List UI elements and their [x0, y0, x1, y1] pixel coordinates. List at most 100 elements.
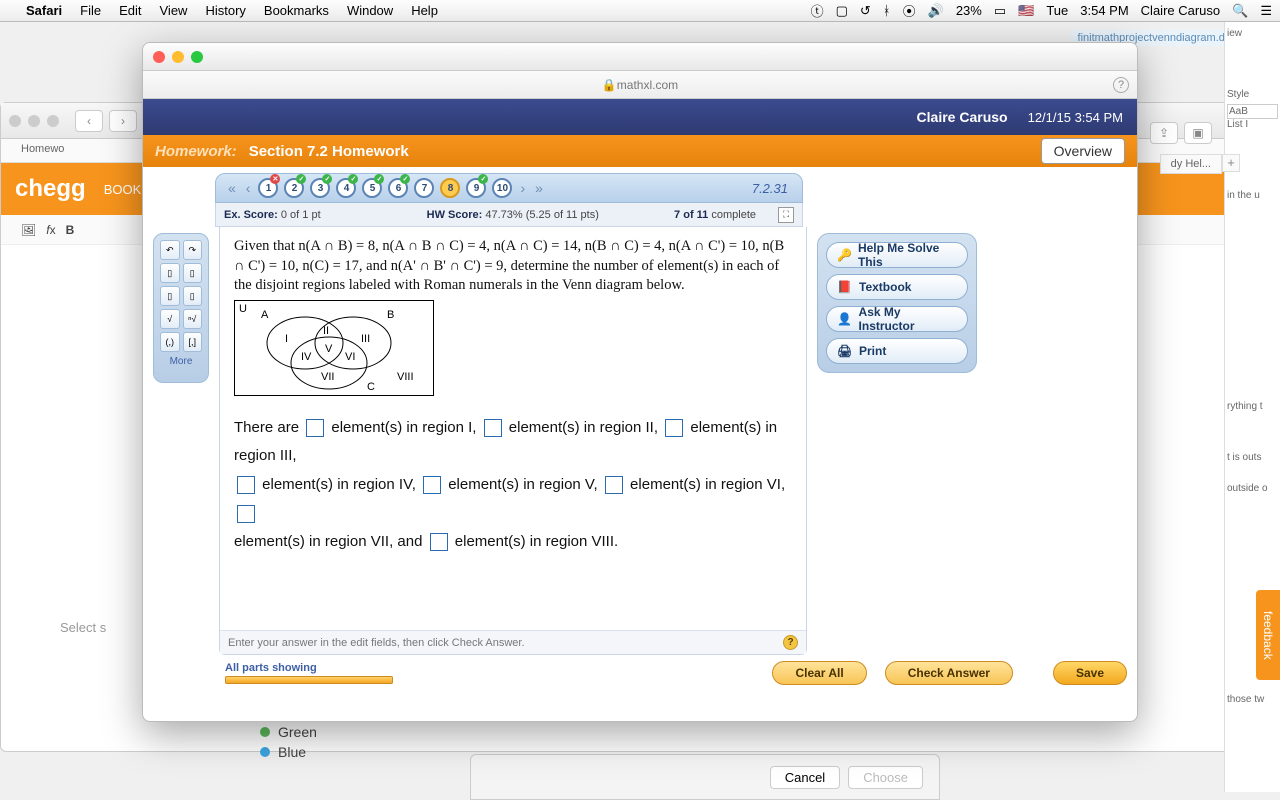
bluetooth-icon[interactable]: ᚼ [883, 3, 891, 18]
help-icon[interactable]: ? [1113, 77, 1129, 93]
image-icon[interactable]: 🖼 [21, 223, 36, 237]
minimize-icon[interactable] [172, 51, 184, 63]
check-answer-button[interactable]: Check Answer [885, 661, 1013, 685]
menu-time[interactable]: 3:54 PM [1080, 3, 1128, 18]
input-region-4[interactable] [237, 476, 255, 494]
pal-nroot[interactable]: ⁿ√ [183, 309, 203, 329]
choose-button[interactable]: Choose [848, 766, 923, 789]
bold-icon[interactable]: B [66, 223, 75, 237]
save-button[interactable]: Save [1053, 661, 1127, 685]
overview-button[interactable]: Overview [1041, 138, 1125, 164]
spotlight-icon[interactable]: 🔍 [1232, 3, 1248, 19]
question-pill-4[interactable]: 4 [336, 178, 356, 198]
pal-btn[interactable]: ▯ [160, 286, 180, 306]
select-placeholder[interactable]: Select s [60, 620, 106, 635]
bg-tab-right[interactable]: dy Hel... [1160, 154, 1222, 174]
close-icon[interactable] [153, 51, 165, 63]
question-pill-7[interactable]: 7 [414, 178, 434, 198]
input-region-3[interactable] [665, 419, 683, 437]
timemachine-icon[interactable]: ↺ [860, 3, 871, 19]
chegg-sub[interactable]: BOOK [104, 182, 142, 197]
menu-help[interactable]: Help [411, 3, 438, 18]
question-pill-3[interactable]: 3 [310, 178, 330, 198]
back-button[interactable]: ‹ [75, 110, 103, 132]
menu-user[interactable]: Claire Caruso [1141, 3, 1220, 18]
answer-area: There are element(s) in region I, elemen… [234, 414, 792, 557]
file-sheet: Cancel Choose [470, 754, 940, 800]
menu-view[interactable]: View [160, 3, 188, 18]
pal-brack[interactable]: [,] [183, 332, 203, 352]
palette-more[interactable]: More [160, 356, 202, 367]
question-pill-6[interactable]: 6 [388, 178, 408, 198]
question-pill-9[interactable]: 9 [466, 178, 486, 198]
popup-titlebar [143, 43, 1137, 71]
homework-bar: Homework: Section 7.2 Homework Overview [143, 135, 1137, 167]
clear-all-button[interactable]: Clear All [772, 661, 866, 685]
feedback-tab[interactable]: feedback [1256, 590, 1280, 680]
volume-icon[interactable]: 🔊 [928, 3, 944, 19]
input-region-6[interactable] [605, 476, 623, 494]
chegg-logo[interactable]: chegg [15, 175, 86, 203]
pal-sqrt[interactable]: √ [160, 309, 180, 329]
address-bar[interactable]: 🔒 mathxl.com ? [143, 71, 1137, 99]
battery-icon[interactable]: ▭ [994, 3, 1006, 19]
last-arrow-icon[interactable]: » [533, 180, 545, 196]
color-list: Green Blue [260, 720, 317, 764]
score-bar: Ex. Score: 0 of 1 pt HW Score: 47.73% (5… [215, 203, 803, 227]
fx-icon[interactable]: fx [46, 223, 55, 237]
parts-progress [225, 676, 393, 684]
math-palette: ↶↷ ▯▯ ▯▯ √ⁿ√ (,)[,] More [153, 233, 209, 383]
question-pill-2[interactable]: 2 [284, 178, 304, 198]
next-arrow-icon[interactable]: › [518, 180, 527, 196]
input-region-7[interactable] [237, 505, 255, 523]
notification-icon[interactable]: ☰ [1260, 3, 1272, 19]
pal-btn[interactable]: ▯ [183, 286, 203, 306]
textbook-button[interactable]: 📕Textbook [826, 274, 968, 300]
wifi-icon[interactable]: ⦿ [903, 1, 916, 20]
help-solve-button[interactable]: 🔑Help Me Solve This [826, 242, 968, 268]
input-region-5[interactable] [423, 476, 441, 494]
input-region-1[interactable] [306, 419, 324, 437]
flag-icon[interactable]: 🇺🇸 [1018, 3, 1034, 19]
pal-btn[interactable]: ▯ [160, 263, 180, 283]
question-nav: « ‹ 1 2 3 4 5 6 7 8 9 10 › » 7.2.31 [215, 173, 803, 203]
question-pill-5[interactable]: 5 [362, 178, 382, 198]
tumblr-icon[interactable]: ⓣ [811, 1, 824, 20]
lock-icon: 🔒 [602, 78, 617, 92]
app-name[interactable]: Safari [26, 3, 62, 18]
prev-arrow-icon[interactable]: ‹ [244, 180, 253, 196]
pal-redo[interactable]: ↷ [183, 240, 203, 260]
battery-percent[interactable]: 23% [956, 3, 982, 18]
input-region-2[interactable] [484, 419, 502, 437]
cancel-button[interactable]: Cancel [770, 766, 840, 789]
menu-window[interactable]: Window [347, 3, 393, 18]
hint-help-icon[interactable]: ? [783, 635, 798, 650]
new-tab-button[interactable]: + [1222, 154, 1240, 172]
forward-button[interactable]: › [109, 110, 137, 132]
menu-day[interactable]: Tue [1046, 3, 1068, 18]
question-pill-8[interactable]: 8 [440, 178, 460, 198]
print-button[interactable]: 🖨Print [826, 338, 968, 364]
pal-paren[interactable]: (,) [160, 332, 180, 352]
zoom-icon[interactable] [191, 51, 203, 63]
share-button[interactable]: ⇪ [1150, 122, 1178, 144]
help-column: 🔑Help Me Solve This 📕Textbook 👤Ask My In… [817, 233, 977, 373]
hw-title: Section 7.2 Homework [249, 143, 409, 160]
input-region-8[interactable] [430, 533, 448, 551]
menu-bookmarks[interactable]: Bookmarks [264, 3, 329, 18]
student-name: Claire Caruso [917, 109, 1008, 125]
parts-label: All parts showing [225, 662, 393, 674]
pal-undo[interactable]: ↶ [160, 240, 180, 260]
tabs-button[interactable]: ▣ [1184, 122, 1212, 144]
menu-file[interactable]: File [80, 3, 101, 18]
menu-history[interactable]: History [205, 3, 245, 18]
pal-btn[interactable]: ▯ [183, 263, 203, 283]
expand-icon[interactable]: ⛶ [778, 207, 794, 223]
first-arrow-icon[interactable]: « [226, 180, 238, 196]
menu-edit[interactable]: Edit [119, 3, 141, 18]
printer-icon: 🖨 [837, 344, 853, 358]
ask-instructor-button[interactable]: 👤Ask My Instructor [826, 306, 968, 332]
question-pill-10[interactable]: 10 [492, 178, 512, 198]
airplay-icon[interactable]: ▢ [836, 3, 848, 19]
question-pill-1[interactable]: 1 [258, 178, 278, 198]
